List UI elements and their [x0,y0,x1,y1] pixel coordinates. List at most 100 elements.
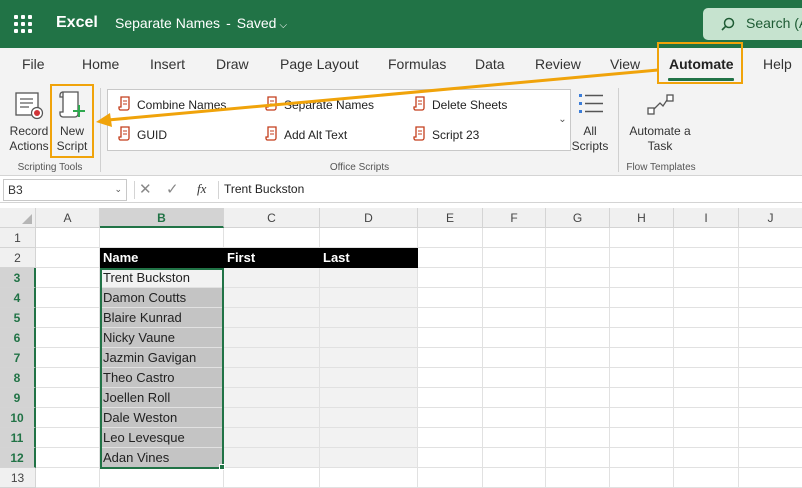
first-name-cell[interactable] [224,308,320,328]
cell[interactable] [483,428,546,448]
cell[interactable] [610,328,674,348]
cell[interactable] [739,428,802,448]
cell[interactable] [739,448,802,468]
automate-task-button[interactable]: Automate a Task [624,88,696,160]
column-header-g[interactable]: G [546,208,610,228]
name-box[interactable]: B3 ⌄ [3,179,127,201]
cell[interactable] [546,348,610,368]
last-name-cell[interactable] [320,328,418,348]
cell[interactable] [418,468,483,488]
cell[interactable] [418,228,483,248]
cell[interactable] [483,228,546,248]
cell[interactable] [36,268,100,288]
cell[interactable] [610,268,674,288]
cell[interactable] [483,368,546,388]
first-name-cell[interactable] [224,388,320,408]
row-header-8[interactable]: 8 [0,368,36,388]
row-header-13[interactable]: 13 [0,468,36,488]
all-scripts-button[interactable]: All Scripts [570,88,610,160]
cell[interactable] [483,388,546,408]
last-name-cell[interactable] [320,428,418,448]
search-box[interactable]: Search (A [703,8,802,40]
cell[interactable] [418,328,483,348]
cell[interactable] [483,448,546,468]
cell[interactable] [674,288,739,308]
document-title[interactable]: Separate Names - Saved ⌵ [115,15,287,31]
cell[interactable] [739,368,802,388]
cell[interactable] [546,468,610,488]
last-name-cell[interactable] [320,388,418,408]
cell[interactable] [320,468,418,488]
row-header-12[interactable]: 12 [0,448,36,468]
cell[interactable] [739,348,802,368]
cell[interactable] [36,368,100,388]
first-name-cell[interactable] [224,368,320,388]
select-all-button[interactable] [0,208,36,228]
cell[interactable] [610,468,674,488]
cell[interactable] [610,368,674,388]
cell[interactable] [546,368,610,388]
waffle-icon[interactable] [14,15,32,33]
name-cell[interactable]: Damon Coutts [100,288,224,308]
column-header-a[interactable]: A [36,208,100,228]
cell[interactable] [739,308,802,328]
cancel-icon[interactable]: ✕ [139,180,152,198]
cell[interactable] [546,448,610,468]
row-header-11[interactable]: 11 [0,428,36,448]
cell[interactable] [674,448,739,468]
cell[interactable] [418,308,483,328]
name-cell[interactable]: Dale Weston [100,408,224,428]
column-header-j[interactable]: J [739,208,802,228]
table-header-cell[interactable]: Last [320,248,418,268]
app-name[interactable]: Excel [56,14,98,32]
enter-icon[interactable]: ✓ [166,180,179,198]
cell[interactable] [546,408,610,428]
cell[interactable] [36,228,100,248]
cell[interactable] [36,288,100,308]
cell[interactable] [224,228,320,248]
cell[interactable] [674,408,739,428]
cell[interactable] [320,228,418,248]
first-name-cell[interactable] [224,348,320,368]
cell[interactable] [674,468,739,488]
row-header-10[interactable]: 10 [0,408,36,428]
first-name-cell[interactable] [224,288,320,308]
cell[interactable] [674,228,739,248]
cell[interactable] [674,308,739,328]
tab-home[interactable]: Home [82,56,119,72]
fill-handle[interactable] [219,464,225,470]
cell[interactable] [100,468,224,488]
row-header-7[interactable]: 7 [0,348,36,368]
cell[interactable] [418,248,483,268]
cell[interactable] [546,308,610,328]
cell[interactable] [610,308,674,328]
cell[interactable] [483,348,546,368]
name-cell[interactable]: Jazmin Gavigan [100,348,224,368]
row-header-1[interactable]: 1 [0,228,36,248]
cell[interactable] [610,248,674,268]
cell[interactable] [36,328,100,348]
record-actions-button[interactable]: Record Actions [6,88,52,160]
tab-review[interactable]: Review [535,56,581,72]
first-name-cell[interactable] [224,328,320,348]
last-name-cell[interactable] [320,368,418,388]
cell[interactable] [610,388,674,408]
last-name-cell[interactable] [320,268,418,288]
tab-view[interactable]: View [610,56,640,72]
row-header-4[interactable]: 4 [0,288,36,308]
cell[interactable] [739,328,802,348]
column-header-f[interactable]: F [483,208,546,228]
cell[interactable] [36,388,100,408]
cell[interactable] [610,288,674,308]
cell[interactable] [610,228,674,248]
cell[interactable] [418,268,483,288]
cell[interactable] [36,408,100,428]
cell[interactable] [674,388,739,408]
tab-insert[interactable]: Insert [150,56,185,72]
cell[interactable] [739,468,802,488]
name-cell[interactable]: Leo Levesque [100,428,224,448]
table-header-cell[interactable]: Name [100,248,224,268]
cell[interactable] [546,228,610,248]
cell[interactable] [483,408,546,428]
cell[interactable] [674,348,739,368]
